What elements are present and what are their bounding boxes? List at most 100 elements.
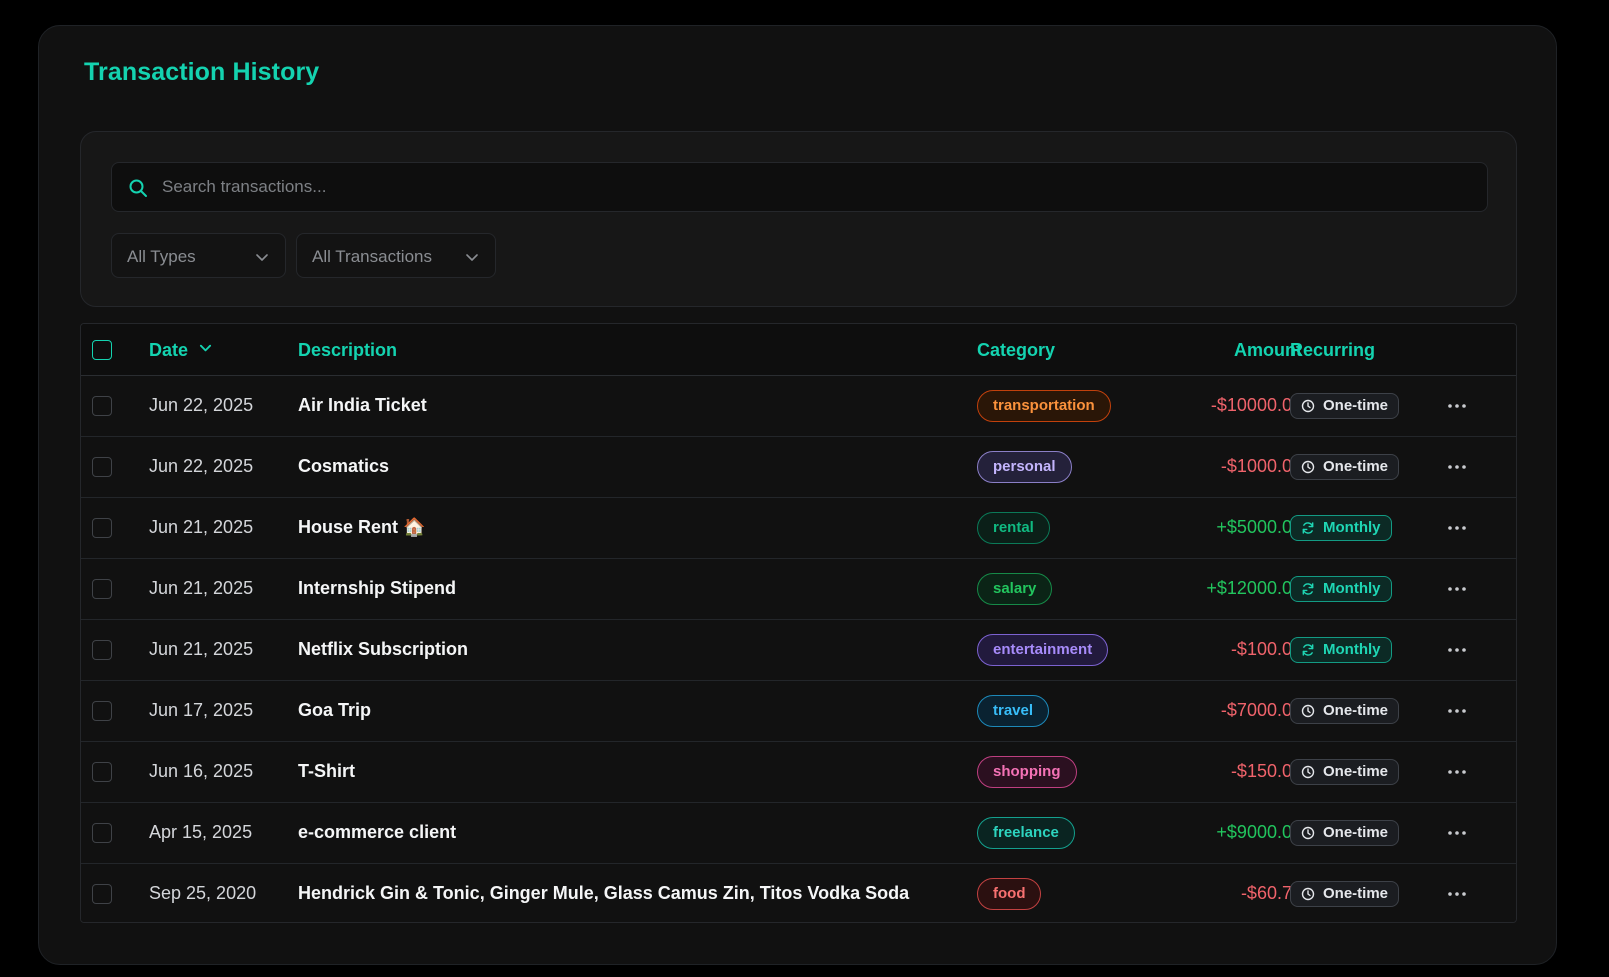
recurring-label: One-time [1323, 824, 1389, 841]
type-filter-select[interactable]: All Types [111, 233, 286, 278]
search-icon [129, 179, 147, 197]
recurring-label: One-time [1323, 397, 1389, 414]
recurring-badge: One-time [1290, 393, 1400, 419]
row-description: Netflix Subscription [298, 639, 469, 659]
category-badge: entertainment [977, 634, 1109, 666]
row-date: Jun 21, 2025 [149, 639, 254, 659]
page-title: Transaction History [84, 58, 320, 86]
filter-panel: All Types All Transactions [80, 131, 1517, 307]
transaction-history-card: Transaction History All Types All Transa… [38, 25, 1557, 965]
recurring-badge: One-time [1290, 454, 1400, 480]
row-description: T-Shirt [298, 761, 355, 781]
row-description: Air India Ticket [298, 395, 427, 415]
recurring-label: One-time [1323, 763, 1389, 780]
row-checkbox[interactable] [92, 884, 112, 904]
row-date: Jun 21, 2025 [149, 517, 254, 537]
row-date: Apr 15, 2025 [149, 822, 253, 842]
row-checkbox[interactable] [92, 579, 112, 599]
category-badge: transportation [977, 390, 1111, 422]
row-description: Hendrick Gin & Tonic, Ginger Mule, Glass… [298, 883, 910, 903]
row-description: Cosmatics [298, 456, 390, 476]
row-checkbox[interactable] [92, 762, 112, 782]
refresh-icon [1302, 522, 1314, 534]
category-badge: personal [977, 451, 1072, 483]
category-badge: shopping [977, 756, 1077, 788]
recurring-badge: One-time [1290, 759, 1400, 785]
category-badge: travel [977, 695, 1050, 727]
select-all-checkbox[interactable] [92, 340, 112, 360]
chevron-down-icon [256, 254, 268, 261]
more-horizontal-icon[interactable] [1445, 703, 1469, 719]
date-header-label: Date [149, 340, 189, 360]
row-checkbox[interactable] [92, 823, 112, 843]
table-row: Sep 25, 2020 Hendrick Gin & Tonic, Ginge… [81, 864, 1516, 922]
category-column-header: Category [977, 340, 1056, 360]
row-checkbox[interactable] [92, 396, 112, 416]
row-date: Sep 25, 2020 [149, 883, 257, 903]
recurring-badge: Monthly [1290, 515, 1392, 541]
more-horizontal-icon[interactable] [1445, 459, 1469, 475]
more-horizontal-icon[interactable] [1445, 398, 1469, 414]
row-description: House Rent 🏠 [298, 517, 426, 537]
row-description: Internship Stipend [298, 578, 457, 598]
more-horizontal-icon[interactable] [1445, 825, 1469, 841]
recurring-badge: One-time [1290, 698, 1400, 724]
search-input[interactable] [162, 163, 1462, 211]
refresh-icon [1302, 583, 1314, 595]
recurring-label: One-time [1323, 885, 1389, 902]
row-checkbox[interactable] [92, 640, 112, 660]
recurring-label: One-time [1323, 702, 1389, 719]
row-description: e-commerce client [298, 822, 457, 842]
row-date: Jun 21, 2025 [149, 578, 254, 598]
category-badge: salary [977, 573, 1053, 605]
row-date: Jun 22, 2025 [149, 395, 254, 415]
recurring-label: Monthly [1323, 519, 1381, 536]
transactions-filter-value: All Transactions [312, 247, 432, 266]
row-checkbox[interactable] [92, 518, 112, 538]
more-horizontal-icon[interactable] [1445, 642, 1469, 658]
recurring-badge: One-time [1290, 881, 1400, 907]
row-amount: +$12000.00 [1206, 578, 1302, 598]
row-date: Jun 17, 2025 [149, 700, 254, 720]
recurring-label: Monthly [1323, 580, 1381, 597]
transactions-table: Date Description Category Amount Recurri… [80, 323, 1517, 923]
chevron-down-icon [466, 254, 478, 261]
row-date: Jun 16, 2025 [149, 761, 254, 781]
more-horizontal-icon[interactable] [1445, 581, 1469, 597]
recurring-column-header: Recurring [1290, 340, 1376, 360]
clock-icon [1301, 704, 1315, 718]
more-horizontal-icon[interactable] [1445, 764, 1469, 780]
clock-icon [1301, 887, 1315, 901]
table-row: Jun 17, 2025 Goa Trip travel -$7000.00 O… [81, 681, 1516, 742]
category-badge: food [977, 878, 1042, 910]
table-header: Date Description Category Amount Recurri… [81, 324, 1516, 376]
table-row: Jun 16, 2025 T-Shirt shopping -$150.00 O… [81, 742, 1516, 803]
table-row: Jun 21, 2025 Netflix Subscription entert… [81, 620, 1516, 681]
recurring-badge: Monthly [1290, 637, 1392, 663]
recurring-badge: Monthly [1290, 576, 1392, 602]
more-horizontal-icon[interactable] [1445, 886, 1469, 902]
row-checkbox[interactable] [92, 457, 112, 477]
recurring-label: One-time [1323, 458, 1389, 475]
table-row: Jun 22, 2025 Cosmatics personal -$1000.0… [81, 437, 1516, 498]
category-badge: freelance [977, 817, 1075, 849]
clock-icon [1301, 399, 1315, 413]
refresh-icon [1302, 644, 1314, 656]
row-amount: -$10000.00 [1210, 395, 1302, 415]
row-checkbox[interactable] [92, 701, 112, 721]
category-badge: rental [977, 512, 1050, 544]
recurring-badge: One-time [1290, 820, 1400, 846]
table-row: Jun 22, 2025 Air India Ticket transporta… [81, 376, 1516, 437]
search-box[interactable] [111, 162, 1488, 212]
table-row: Jun 21, 2025 House Rent 🏠 rental +$5000.… [81, 498, 1516, 559]
chevron-down-icon [199, 344, 212, 352]
more-horizontal-icon[interactable] [1445, 520, 1469, 536]
clock-icon [1301, 826, 1315, 840]
date-column-header[interactable]: Date [149, 340, 212, 361]
description-column-header: Description [298, 340, 398, 360]
row-description: Goa Trip [298, 700, 372, 720]
row-date: Jun 22, 2025 [149, 456, 254, 476]
clock-icon [1301, 460, 1315, 474]
clock-icon [1301, 765, 1315, 779]
transactions-filter-select[interactable]: All Transactions [296, 233, 496, 278]
